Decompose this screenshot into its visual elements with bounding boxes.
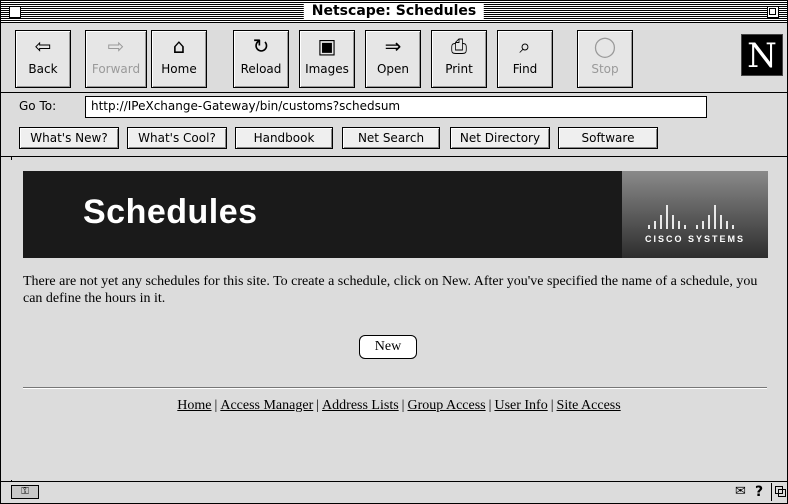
browser-window: Netscape: Schedules ⇦ Back ⇨ Forward ⌂ H… (0, 0, 788, 504)
footer-link-user-info[interactable]: User Info (494, 398, 547, 413)
cisco-bridge-icon (642, 189, 752, 229)
window-title: Netscape: Schedules (303, 3, 485, 20)
footer-link-site-access[interactable]: Site Access (557, 398, 621, 413)
content-divider (1, 156, 787, 157)
footer-separator: | (214, 398, 218, 413)
directory-buttons: What's New? What's Cool? Handbook Net Se… (1, 125, 787, 155)
images-label: Images (305, 62, 349, 76)
home-button[interactable]: ⌂ Home (151, 30, 207, 88)
whats-new-button[interactable]: What's New? (19, 127, 119, 149)
open-label: Open (376, 62, 410, 76)
images-button[interactable]: ▣ Images (299, 30, 355, 88)
open-button[interactable]: ⇒ Open (365, 30, 421, 88)
whats-cool-button[interactable]: What's Cool? (127, 127, 227, 149)
net-search-button[interactable]: Net Search (342, 127, 440, 149)
zoom-box[interactable] (767, 6, 779, 18)
forward-arrow-icon: ⇨ (107, 34, 125, 58)
back-button[interactable]: ⇦ Back (15, 30, 71, 88)
mail-icon[interactable]: ✉ (735, 485, 746, 499)
page-title: Schedules (83, 193, 258, 231)
status-bar: ⚿ ✉ ? (1, 481, 787, 503)
handbook-button[interactable]: Handbook (235, 127, 333, 149)
footer-separator: | (316, 398, 320, 413)
title-bar[interactable]: Netscape: Schedules (1, 1, 787, 23)
back-arrow-icon: ⇦ (34, 34, 52, 58)
cisco-logo: CISCO SYSTEMS (622, 171, 768, 258)
goto-label: Go To: (19, 99, 57, 113)
horizontal-rule (23, 387, 767, 389)
url-field[interactable]: http://IPeXchange-Gateway/bin/customs?sc… (85, 96, 707, 118)
print-label: Print (445, 62, 473, 76)
page-content: Schedules CISCO SYSTEMS There are not ye… (11, 160, 787, 480)
footer-nav: Home | Access Manager | Address Lists | Group … (11, 398, 787, 414)
home-icon: ⌂ (172, 34, 186, 58)
print-button[interactable]: ⎙ Print (431, 30, 487, 88)
stop-icon: ◯ (593, 34, 617, 58)
page-banner: Schedules CISCO SYSTEMS (23, 171, 768, 258)
help-icon[interactable]: ? (755, 484, 763, 500)
open-icon: ⇒ (384, 34, 402, 58)
empty-schedules-message: There are not yet any schedules for this… (23, 274, 758, 306)
cisco-brand-text: CISCO SYSTEMS (644, 234, 745, 244)
reload-button[interactable]: ↻ Reload (233, 30, 289, 88)
resize-grow-box[interactable] (771, 483, 786, 501)
find-button[interactable]: ⌕ Find (497, 30, 553, 88)
reload-label: Reload (240, 62, 282, 76)
forward-label: Forward (91, 62, 141, 76)
location-bar: Go To: http://IPeXchange-Gateway/bin/cus… (1, 93, 787, 121)
footer-separator: | (550, 398, 554, 413)
stop-label: Stop (591, 62, 619, 76)
netscape-logo[interactable]: N (741, 34, 783, 76)
find-icon: ⌕ (519, 34, 531, 58)
back-label: Back (28, 62, 58, 76)
new-schedule-button[interactable]: New (359, 335, 417, 359)
stop-button[interactable]: ◯ Stop (577, 30, 633, 88)
home-label: Home (161, 62, 197, 76)
toolbar: ⇦ Back ⇨ Forward ⌂ Home ↻ Reload ▣ Image… (1, 24, 787, 92)
print-icon: ⎙ (451, 34, 467, 58)
footer-link-group-access[interactable]: Group Access (407, 398, 485, 413)
net-directory-button[interactable]: Net Directory (450, 127, 550, 149)
footer-link-access-manager[interactable]: Access Manager (220, 398, 313, 413)
footer-link-address-lists[interactable]: Address Lists (322, 398, 399, 413)
software-button[interactable]: Software (558, 127, 658, 149)
forward-button[interactable]: ⇨ Forward (85, 30, 147, 88)
close-box[interactable] (9, 6, 21, 18)
security-key-icon[interactable]: ⚿ (11, 485, 39, 499)
images-icon: ▣ (317, 34, 337, 58)
reload-icon: ↻ (252, 34, 270, 58)
find-label: Find (512, 62, 538, 76)
footer-link-home[interactable]: Home (177, 398, 211, 413)
